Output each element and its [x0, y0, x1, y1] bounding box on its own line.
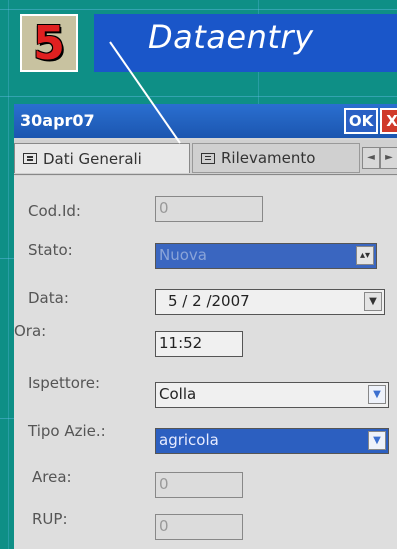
callout-pointer-line [109, 41, 181, 144]
